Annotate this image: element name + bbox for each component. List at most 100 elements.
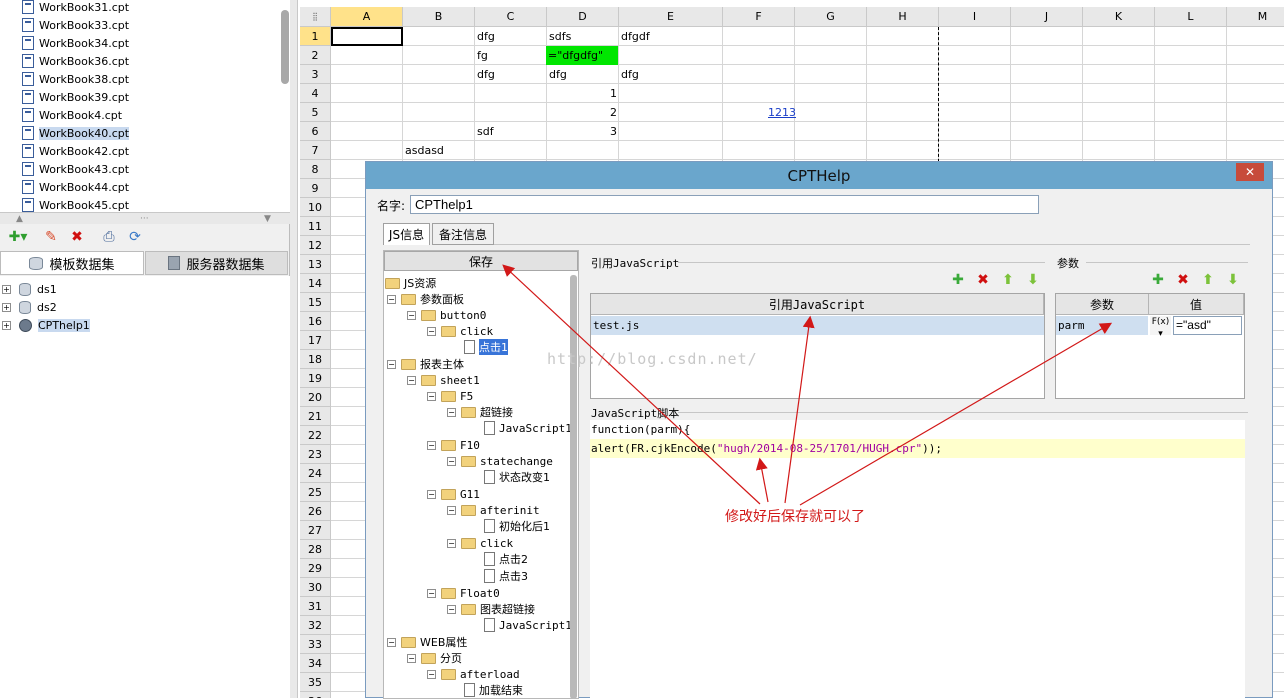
row-header-31[interactable]: 31 (300, 597, 331, 616)
tree-node-dianji3[interactable]: 点击3 (484, 568, 528, 584)
file-item[interactable]: WorkBook45.cpt (22, 196, 129, 212)
row-header-11[interactable]: 11 (300, 217, 331, 236)
tree-node-state1[interactable]: 状态改变1 (484, 469, 550, 485)
cell-d2[interactable]: ="dfgdfg" (546, 46, 618, 65)
row-header-22[interactable]: 22 (300, 426, 331, 445)
delete-dataset-icon[interactable]: ✖ (66, 226, 88, 248)
collapse-icon[interactable]: − (427, 588, 436, 598)
tab-server-dataset[interactable]: 服务器数据集 (145, 251, 288, 275)
file-item-selected[interactable]: WorkBook40.cpt (22, 124, 130, 142)
column-header-b[interactable]: B (403, 7, 475, 27)
collapse-icon[interactable]: − (427, 326, 436, 336)
dataset-item[interactable]: + ds2 (2, 298, 57, 316)
cell-e1[interactable]: dfgdf (619, 27, 650, 46)
tree-node-report-body[interactable]: − 报表主体 (387, 356, 464, 372)
collapse-icon[interactable]: − (427, 391, 436, 401)
column-header-i[interactable]: I (939, 7, 1011, 27)
column-header-d[interactable]: D (547, 7, 619, 27)
file-item[interactable]: WorkBook31.cpt (22, 0, 129, 16)
column-header-g[interactable]: G (795, 7, 867, 27)
row-header-4[interactable]: 4 (300, 84, 331, 103)
file-item[interactable]: WorkBook42.cpt (22, 142, 129, 160)
expand-icon[interactable]: + (2, 320, 11, 330)
collapse-icon[interactable]: − (447, 505, 456, 515)
file-item[interactable]: WorkBook33.cpt (22, 16, 129, 34)
tree-node-param-panel[interactable]: − 参数面板 (387, 291, 464, 307)
preview-icon[interactable]: ⎙ (98, 226, 120, 248)
cell-c2[interactable]: fg (475, 46, 488, 65)
row-header-27[interactable]: 27 (300, 521, 331, 540)
cell-c3[interactable]: dfg (475, 65, 495, 84)
param-value-input[interactable]: ="asd" (1173, 316, 1242, 335)
tab-template-dataset[interactable]: 模板数据集 (0, 251, 144, 275)
expand-icon[interactable]: + (2, 302, 11, 312)
row-header-7[interactable]: 7 (300, 141, 331, 160)
collapse-icon[interactable]: − (407, 653, 416, 663)
cell-d3[interactable]: dfg (547, 65, 567, 84)
tree-node-web-attr[interactable]: − WEB属性 (387, 634, 467, 650)
ref-js-row[interactable]: test.js (591, 316, 1044, 335)
tree-node-js-resources[interactable]: JS资源 (385, 275, 436, 291)
add-dataset-icon[interactable]: ✚▾ (4, 226, 32, 248)
row-header-16[interactable]: 16 (300, 312, 331, 331)
row-header-19[interactable]: 19 (300, 369, 331, 388)
param-up-icon[interactable]: ⬆ (1200, 272, 1216, 288)
tree-node-click[interactable]: − click (427, 323, 493, 339)
collapse-icon[interactable]: − (427, 669, 436, 679)
column-header-k[interactable]: K (1083, 7, 1155, 27)
row-header-3[interactable]: 3 (300, 65, 331, 84)
tree-scrollbar[interactable] (570, 275, 577, 699)
cell-b7[interactable]: asdasd (403, 141, 444, 160)
tree-node-sheet1[interactable]: − sheet1 (407, 372, 480, 388)
collapse-up-icon[interactable]: ▲ (16, 214, 23, 224)
add-param-icon[interactable]: ✚ (1150, 272, 1166, 288)
column-header-m[interactable]: M (1227, 7, 1284, 27)
row-header-9[interactable]: 9 (300, 179, 331, 198)
collapse-icon[interactable]: − (447, 604, 456, 614)
expand-icon[interactable]: + (2, 284, 11, 294)
row-header-18[interactable]: 18 (300, 350, 331, 369)
tree-node-click2[interactable]: − click (447, 535, 513, 551)
row-header-2[interactable]: 2 (300, 46, 331, 65)
panel-splitter[interactable]: ▲ ··· ▼ (0, 212, 290, 224)
move-down-icon[interactable]: ⬇ (1025, 272, 1041, 288)
row-header-36[interactable]: 36 (300, 692, 331, 698)
cell-d5[interactable]: 2 (600, 103, 617, 122)
row-header-12[interactable]: 12 (300, 236, 331, 255)
row-header-30[interactable]: 30 (300, 578, 331, 597)
column-header-h[interactable]: H (867, 7, 939, 27)
row-header-20[interactable]: 20 (300, 388, 331, 407)
file-list-scrollbar[interactable] (281, 10, 289, 84)
delete-icon[interactable]: ✖ (975, 272, 991, 288)
row-header-15[interactable]: 15 (300, 293, 331, 312)
tree-node-javascript1b[interactable]: JavaScript1 (484, 617, 572, 633)
file-item[interactable]: WorkBook38.cpt (22, 70, 129, 88)
edit-dataset-icon[interactable]: ✎ (40, 226, 62, 248)
collapse-icon[interactable]: − (427, 489, 436, 499)
tree-node-g11[interactable]: − G11 (427, 486, 480, 502)
tree-node-dianji1-selected[interactable]: 点击1 (464, 339, 508, 355)
collapse-icon[interactable]: − (407, 310, 416, 320)
row-header-29[interactable]: 29 (300, 559, 331, 578)
row-header-23[interactable]: 23 (300, 445, 331, 464)
collapse-icon[interactable]: − (387, 359, 396, 369)
collapse-icon[interactable]: − (447, 538, 456, 548)
move-up-icon[interactable]: ⬆ (1000, 272, 1016, 288)
row-header-13[interactable]: 13 (300, 255, 331, 274)
column-header-f[interactable]: F (723, 7, 795, 27)
file-item[interactable]: WorkBook39.cpt (22, 88, 129, 106)
tree-node-afterinit[interactable]: − afterinit (447, 502, 540, 518)
row-header-6[interactable]: 6 (300, 122, 331, 141)
row-header-24[interactable]: 24 (300, 464, 331, 483)
dataset-item[interactable]: + ds1 (2, 280, 57, 298)
tree-node-f5[interactable]: − F5 (427, 388, 473, 404)
tree-node-f10[interactable]: − F10 (427, 437, 480, 453)
column-header-a[interactable]: A (331, 7, 403, 27)
column-header-c[interactable]: C (475, 7, 547, 27)
script-editor[interactable]: function(parm){ alert(FR.cjkEncode("hugh… (590, 420, 1245, 699)
delete-param-icon[interactable]: ✖ (1175, 272, 1191, 288)
file-item[interactable]: WorkBook36.cpt (22, 52, 129, 70)
collapse-icon[interactable]: − (407, 375, 416, 385)
row-header-28[interactable]: 28 (300, 540, 331, 559)
refresh-database-icon[interactable]: ⟳ (124, 226, 146, 248)
